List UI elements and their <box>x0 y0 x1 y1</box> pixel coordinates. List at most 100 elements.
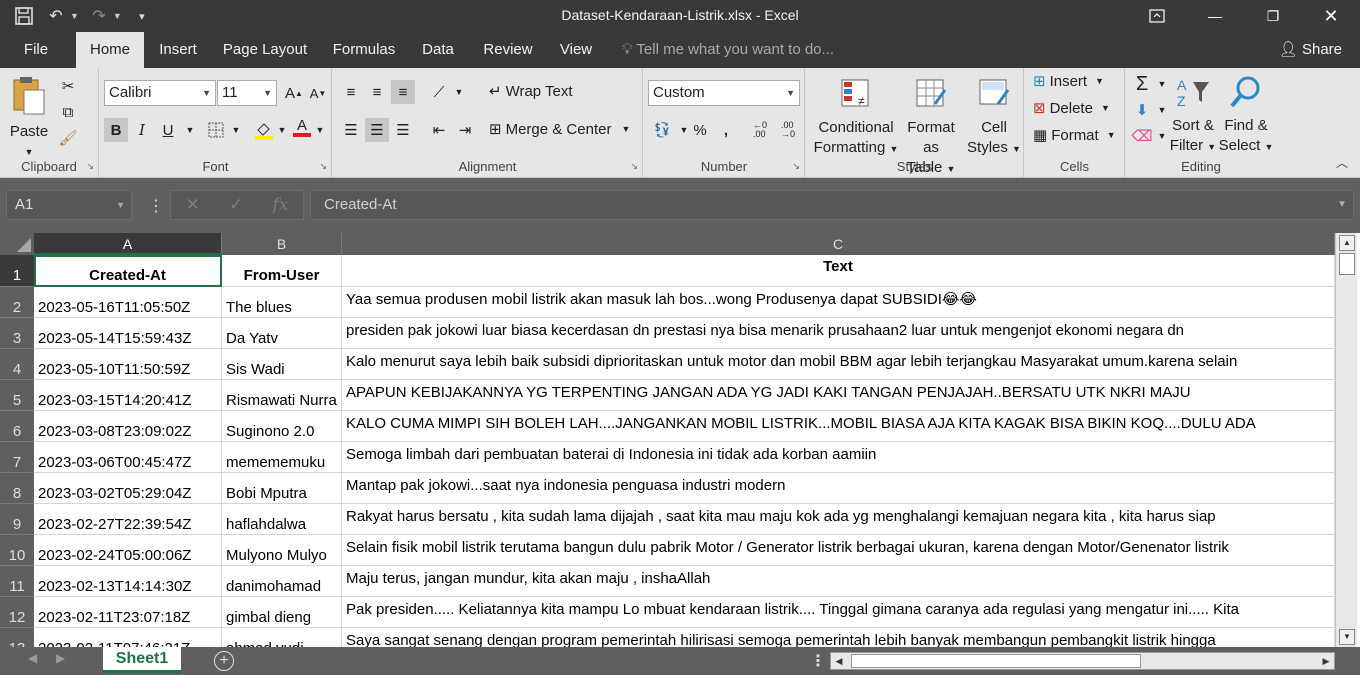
bold-icon[interactable]: B <box>104 118 128 142</box>
row-header[interactable]: 13 <box>0 628 34 647</box>
borders-dropdown-icon[interactable]: ▼ <box>224 118 248 142</box>
top-align-icon[interactable]: ≡ <box>339 80 363 104</box>
comma-style-icon[interactable]: , <box>714 118 738 142</box>
bottom-align-icon[interactable]: ≡ <box>391 80 415 104</box>
insert-function-icon[interactable]: fx <box>273 195 289 215</box>
row-header[interactable]: 8 <box>0 473 34 504</box>
cell-b[interactable]: Da Yatv <box>222 318 342 349</box>
cut-icon[interactable]: ✂ <box>56 74 80 98</box>
next-sheet-icon[interactable]: ▶ <box>56 651 65 665</box>
cell-c[interactable]: Mantap pak jokowi...saat nya indonesia p… <box>342 473 1335 504</box>
scroll-up-icon[interactable]: ▲ <box>1339 235 1355 251</box>
cell-c[interactable]: Selain fisik mobil listrik terutama bang… <box>342 535 1335 566</box>
paste-button[interactable]: Paste ▼ <box>8 74 50 162</box>
format-painter-icon[interactable]: 🖌︎ <box>56 126 80 150</box>
insert-cells-button[interactable]: ⊞ Insert ▼ <box>1033 72 1104 91</box>
prev-sheet-icon[interactable]: ◀ <box>28 651 37 665</box>
italic-icon[interactable]: I <box>130 118 154 142</box>
expand-formula-bar-icon[interactable]: ▼ <box>1337 191 1347 219</box>
cell-c[interactable]: Maju terus, jangan mundur, kita akan maj… <box>342 566 1335 597</box>
cell-b[interactable]: The blues <box>222 287 342 318</box>
tab-file[interactable]: File <box>14 32 58 68</box>
column-header-c[interactable]: C <box>342 233 1335 255</box>
tab-split-handle[interactable]: ⋮ <box>810 651 826 671</box>
align-center-icon[interactable]: ☰ <box>365 118 389 142</box>
sort-filter-button[interactable]: AZ Sort & Filter ▼ <box>1168 74 1218 157</box>
cell-b[interactable]: danimohamad <box>222 566 342 597</box>
cell-a[interactable]: 2023-02-13T14:14:30Z <box>34 566 222 597</box>
tab-data[interactable]: Data <box>416 32 460 68</box>
cell-b[interactable]: haflahdalwa <box>222 504 342 535</box>
sheet-tab-sheet1[interactable]: Sheet1 <box>103 647 181 673</box>
cell-b[interactable]: gimbal dieng <box>222 597 342 628</box>
cell-a[interactable]: 2023-02-27T22:39:54Z <box>34 504 222 535</box>
add-sheet-icon[interactable]: + <box>214 651 234 671</box>
row-header[interactable]: 1 <box>0 255 34 287</box>
cell-a[interactable]: 2023-02-11T23:07:18Z <box>34 597 222 628</box>
row-header[interactable]: 4 <box>0 349 34 380</box>
font-launcher-icon[interactable]: ↘ <box>319 161 327 172</box>
number-format-combo[interactable]: Custom ▼ <box>648 80 800 106</box>
cell-c[interactable]: Pak presiden..... Keliatannya kita mampu… <box>342 597 1335 628</box>
decrease-decimal-icon[interactable]: .00 →0 <box>776 118 800 142</box>
row-header[interactable]: 2 <box>0 287 34 318</box>
cell-a[interactable]: 2023-02-24T05:00:06Z <box>34 535 222 566</box>
cell-c[interactable]: Saya sangat senang dengan program pemeri… <box>342 628 1335 647</box>
font-color-dropdown-icon[interactable]: ▼ <box>308 118 332 142</box>
align-left-icon[interactable]: ☰ <box>339 118 363 142</box>
find-select-button[interactable]: Find & Select ▼ <box>1218 74 1274 157</box>
scroll-down-icon[interactable]: ▼ <box>1339 629 1355 645</box>
conditional-formatting-button[interactable]: ≠ Conditional Formatting ▼ <box>812 76 900 159</box>
row-header[interactable]: 11 <box>0 566 34 597</box>
copy-icon[interactable]: ⧉ <box>56 100 80 124</box>
enter-icon[interactable]: ✓ <box>229 195 243 215</box>
percent-icon[interactable]: % <box>688 118 712 142</box>
cell-c[interactable]: Yaa semua produsen mobil listrik akan ma… <box>342 287 1335 318</box>
restore-icon[interactable]: ❐ <box>1244 0 1302 32</box>
minimize-icon[interactable]: — <box>1186 0 1244 32</box>
cell-a[interactable]: 2023-05-10T11:50:59Z <box>34 349 222 380</box>
cell-b[interactable]: memememuku <box>222 442 342 473</box>
cell-c[interactable]: APAPUN KEBIJAKANNYA YG TERPENTING JANGAN… <box>342 380 1335 411</box>
scroll-left-icon[interactable]: ◀ <box>831 653 847 669</box>
decrease-font-size-icon[interactable]: A ▼ <box>306 81 330 105</box>
increase-decimal-icon[interactable]: ←0.00 <box>748 118 772 142</box>
cell-a[interactable]: 2023-03-15T14:20:41Z <box>34 380 222 411</box>
row-header[interactable]: 9 <box>0 504 34 535</box>
increase-indent-icon[interactable]: ⇥ <box>453 118 477 142</box>
number-launcher-icon[interactable]: ↘ <box>792 161 800 172</box>
cell-a[interactable]: 2023-03-08T23:09:02Z <box>34 411 222 442</box>
cell-c[interactable]: Rakyat harus bersatu , kita sudah lama d… <box>342 504 1335 535</box>
cell-b[interactable]: Suginono 2.0 <box>222 411 342 442</box>
column-header-b[interactable]: B <box>222 233 342 255</box>
collapse-ribbon-icon[interactable]: ︿ <box>1336 154 1348 171</box>
row-header[interactable]: 3 <box>0 318 34 349</box>
tab-formulas[interactable]: Formulas <box>328 32 400 68</box>
header-cell-a[interactable]: Created-At <box>34 255 222 287</box>
middle-align-icon[interactable]: ≡ <box>365 80 389 104</box>
row-header[interactable]: 10 <box>0 535 34 566</box>
cancel-icon[interactable]: ✕ <box>186 195 200 215</box>
cell-a[interactable]: 2023-05-16T11:05:50Z <box>34 287 222 318</box>
cell-a[interactable]: 2023-03-02T05:29:04Z <box>34 473 222 504</box>
formula-input[interactable]: Created-At ▼ <box>310 190 1354 220</box>
cell-a[interactable]: 2023-03-06T00:45:47Z <box>34 442 222 473</box>
share-button[interactable]: 👤︎ Share <box>1279 32 1342 68</box>
cell-b[interactable]: ahmad yudi <box>222 628 342 647</box>
tab-view[interactable]: View <box>554 32 598 68</box>
tab-home[interactable]: Home <box>76 32 144 68</box>
alignment-launcher-icon[interactable]: ↘ <box>630 161 638 172</box>
decrease-indent-icon[interactable]: ⇤ <box>427 118 451 142</box>
accounting-format-icon[interactable]: 💱︎ <box>650 118 674 142</box>
select-all-button[interactable] <box>0 233 34 255</box>
close-icon[interactable]: ✕ <box>1302 0 1360 32</box>
cell-a[interactable]: 2023-02-11T07:46:21Z <box>34 628 222 647</box>
vertical-scrollbar[interactable]: ▲ ▼ <box>1335 233 1357 647</box>
cell-c[interactable]: presiden pak jokowi luar biasa kecerdasa… <box>342 318 1335 349</box>
clipboard-launcher-icon[interactable]: ↘ <box>86 161 94 172</box>
name-box[interactable]: A1 ▼ <box>6 190 132 220</box>
increase-font-size-icon[interactable]: A ▲ <box>282 81 306 105</box>
cell-a[interactable]: 2023-05-14T15:59:43Z <box>34 318 222 349</box>
font-name-combo[interactable]: Calibri ▼ <box>104 80 216 106</box>
cell-b[interactable]: Mulyono Mulyo <box>222 535 342 566</box>
